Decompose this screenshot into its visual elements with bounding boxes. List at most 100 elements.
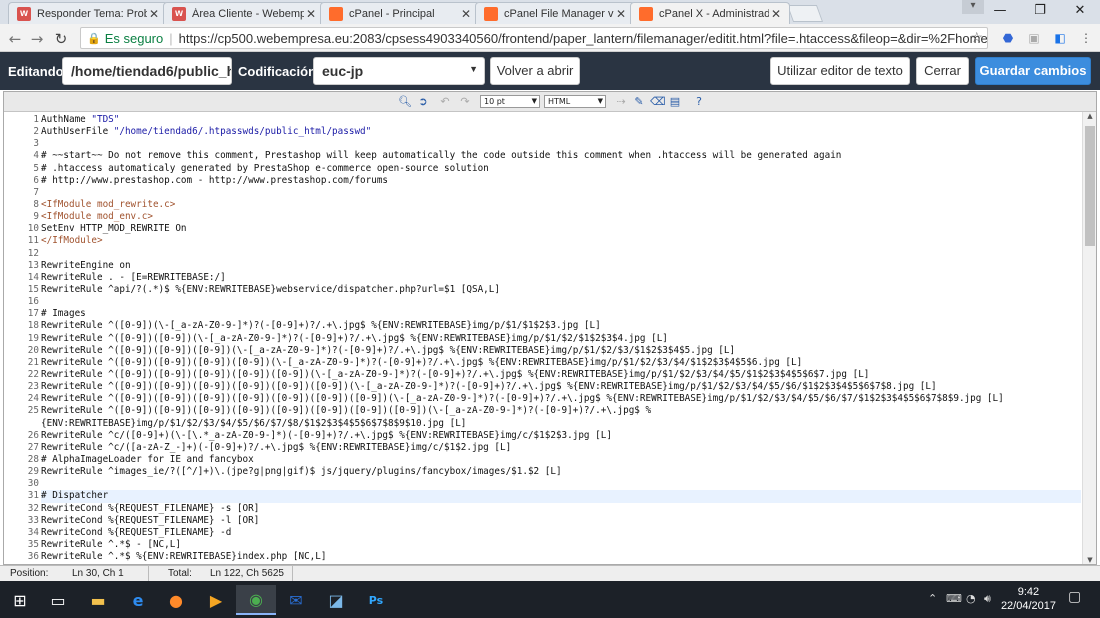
- code-line[interactable]: # .htaccess automaticaly generated by Pr…: [41, 163, 1081, 175]
- code-line[interactable]: RewriteCond %{REQUEST_FILENAME} -s [OR]: [41, 503, 1081, 515]
- code-line[interactable]: RewriteRule ^c/([0-9]+)(\-[\.*_a-zA-Z0-9…: [41, 430, 1081, 442]
- code-line[interactable]: {ENV:REWRITEBASE}img/p/$1/$2/$3/$4/$5/$6…: [41, 418, 1081, 430]
- code-line[interactable]: </IfModule>: [41, 235, 1081, 247]
- close-icon[interactable]: ✕: [769, 7, 783, 21]
- scroll-up-icon[interactable]: ▲: [1083, 112, 1097, 120]
- code-line[interactable]: RewriteRule ^([0-9])([0-9])([0-9])([0-9]…: [41, 393, 1081, 405]
- chevron-up-icon[interactable]: ⌃: [928, 592, 937, 605]
- close-button[interactable]: Cerrar: [916, 57, 969, 85]
- undo-icon[interactable]: ↶: [438, 95, 452, 109]
- code-line[interactable]: RewriteRule ^([0-9])([0-9])([0-9])(\-[_a…: [41, 345, 1081, 357]
- code-line[interactable]: RewriteCond %{REQUEST_FILENAME} -d: [41, 527, 1081, 539]
- wrap-icon[interactable]: ⇢: [614, 95, 628, 109]
- syntax-select[interactable]: HTML ▼: [544, 95, 606, 108]
- redo-icon[interactable]: ↷: [458, 95, 472, 109]
- help-icon[interactable]: ?: [692, 95, 706, 109]
- code-line[interactable]: RewriteRule ^api/?(.*)$ %{ENV:REWRITEBAS…: [41, 284, 1081, 296]
- code-line[interactable]: RewriteRule ^([0-9])([0-9])(\-[_a-zA-Z0-…: [41, 333, 1081, 345]
- scroll-down-icon[interactable]: ▼: [1083, 556, 1097, 564]
- browser-tab[interactable]: w Responder Tema: Problema ✕: [8, 2, 168, 24]
- outlook-icon[interactable]: ✉: [276, 585, 316, 615]
- firefox-icon[interactable]: ●: [156, 585, 196, 615]
- browser-tab[interactable]: cPanel - Principal ✕: [320, 2, 480, 24]
- back-icon[interactable]: ←: [6, 30, 24, 48]
- settings-icon[interactable]: ▤: [668, 95, 682, 109]
- code-line[interactable]: [41, 187, 1081, 199]
- code-line[interactable]: RewriteRule ^.*$ - [NC,L]: [41, 539, 1081, 551]
- goto-line-icon[interactable]: ➲: [416, 95, 430, 109]
- highlight-icon[interactable]: ✎: [632, 95, 646, 109]
- code-line[interactable]: [41, 296, 1081, 308]
- file-explorer-icon[interactable]: ▬: [78, 585, 118, 615]
- code-line[interactable]: RewriteCond %{REQUEST_FILENAME} -l [OR]: [41, 515, 1081, 527]
- code-line[interactable]: # Dispatcher: [41, 490, 1081, 503]
- menu-icon[interactable]: ⋮: [1078, 30, 1094, 46]
- browser-tab[interactable]: cPanel File Manager v3 ✕: [475, 2, 635, 24]
- star-icon[interactable]: ☆: [970, 29, 983, 46]
- extension-icon[interactable]: ◧: [1052, 30, 1068, 46]
- edge-icon[interactable]: e: [118, 585, 158, 615]
- code-line[interactable]: <IfModule mod_rewrite.c>: [41, 199, 1081, 211]
- search-icon[interactable]: 🔍︎: [398, 95, 412, 109]
- code-line[interactable]: RewriteEngine on: [41, 260, 1081, 272]
- browser-tab-active[interactable]: cPanel X - Administrador ✕: [630, 2, 790, 24]
- app-icon[interactable]: ◪: [316, 585, 356, 615]
- use-text-editor-button[interactable]: Utilizar editor de texto: [770, 57, 910, 85]
- network-icon[interactable]: ◔: [966, 592, 976, 605]
- code-line[interactable]: <IfModule mod_env.c>: [41, 211, 1081, 223]
- file-path-field[interactable]: /home/tiendad6/public_ht: [62, 57, 232, 85]
- extension-icon[interactable]: ⬣: [1000, 30, 1016, 46]
- code-line[interactable]: RewriteRule ^.*$ %{ENV:REWRITEBASE}index…: [41, 551, 1081, 563]
- code-line[interactable]: AuthUserFile "/home/tiendad6/.htpasswds/…: [41, 126, 1081, 138]
- minimize-icon[interactable]: —: [980, 0, 1020, 22]
- code-line[interactable]: RewriteRule ^([0-9])([0-9])([0-9])([0-9]…: [41, 357, 1081, 369]
- close-icon[interactable]: ✕: [147, 7, 161, 21]
- reload-icon[interactable]: ↻: [52, 30, 70, 48]
- chrome-icon[interactable]: ◉: [236, 585, 276, 615]
- code-line[interactable]: RewriteRule ^c/([a-zA-Z_-]+)(-[0-9]+)?/.…: [41, 442, 1081, 454]
- browser-tab[interactable]: w Área Cliente - Webempresa ✕: [163, 2, 325, 24]
- notifications-icon[interactable]: ▢: [1068, 589, 1081, 605]
- close-window-icon[interactable]: ✕: [1060, 0, 1100, 22]
- font-size-select[interactable]: 10 pt ▼: [480, 95, 540, 108]
- close-icon[interactable]: ✕: [304, 7, 318, 21]
- eraser-icon[interactable]: ⌫: [650, 95, 666, 109]
- windows-start-icon[interactable]: ⊞: [0, 585, 40, 615]
- close-icon[interactable]: ✕: [614, 7, 628, 21]
- scroll-thumb[interactable]: [1085, 126, 1095, 246]
- clock[interactable]: 9:42 22/04/2017: [1001, 585, 1056, 613]
- code-line[interactable]: SetEnv HTTP_MOD_REWRITE On: [41, 223, 1081, 235]
- code-line[interactable]: # Images: [41, 308, 1081, 320]
- close-icon[interactable]: ✕: [459, 7, 473, 21]
- extension-icon[interactable]: ▣: [1026, 30, 1042, 46]
- encoding-select[interactable]: euc-jp ▼: [313, 57, 485, 85]
- vertical-scrollbar[interactable]: ▲ ▼: [1082, 112, 1096, 564]
- maximize-icon[interactable]: ❐: [1020, 0, 1060, 22]
- new-tab-button[interactable]: [786, 5, 824, 22]
- code-line[interactable]: RewriteRule ^([0-9])(\-[_a-zA-Z0-9-]*)?(…: [41, 320, 1081, 332]
- url-field[interactable]: 🔒 Es seguro | https://cp500.webempresa.e…: [80, 27, 988, 49]
- code-line[interactable]: RewriteRule ^([0-9])([0-9])([0-9])([0-9]…: [41, 369, 1081, 381]
- save-changes-button[interactable]: Guardar cambios: [975, 57, 1091, 85]
- reopen-button[interactable]: Volver a abrir: [490, 57, 580, 85]
- code-line[interactable]: RewriteRule ^images_ie/?([^/]+)\.(jpe?g|…: [41, 466, 1081, 478]
- code-line[interactable]: [41, 138, 1081, 150]
- input-method-icon[interactable]: ⌨: [946, 592, 962, 605]
- code-line[interactable]: # ~~start~~ Do not remove this comment, …: [41, 150, 1081, 162]
- code-line[interactable]: RewriteRule ^([0-9])([0-9])([0-9])([0-9]…: [41, 381, 1081, 393]
- code-line[interactable]: # AlphaImageLoader for IE and fancybox: [41, 454, 1081, 466]
- forward-icon[interactable]: →: [28, 30, 46, 48]
- code-line[interactable]: RewriteRule ^([0-9])([0-9])([0-9])([0-9]…: [41, 405, 1081, 417]
- volume-icon[interactable]: 🔊︎: [984, 592, 991, 606]
- task-view-icon[interactable]: ▭: [38, 585, 78, 615]
- code-line[interactable]: [41, 248, 1081, 260]
- code-line[interactable]: # http://www.prestashop.com - http://www…: [41, 175, 1081, 187]
- code-line[interactable]: [41, 478, 1081, 490]
- tab-title: cPanel File Manager v3: [504, 7, 614, 20]
- code-line[interactable]: RewriteRule . - [E=REWRITEBASE:/]: [41, 272, 1081, 284]
- code-area[interactable]: 1 2 3 4 5 6 7 8 9 10 11 12 13 14 15 16 17 18 19 20 21 22 23 24 2…: [4, 114, 1082, 564]
- code-line[interactable]: AuthName "TDS": [41, 114, 1081, 126]
- media-player-icon[interactable]: ▶: [196, 585, 236, 615]
- photoshop-icon[interactable]: Ps: [356, 585, 396, 615]
- code-lines[interactable]: AuthName "TDS" AuthUserFile "/home/tienda…: [41, 114, 1081, 563]
